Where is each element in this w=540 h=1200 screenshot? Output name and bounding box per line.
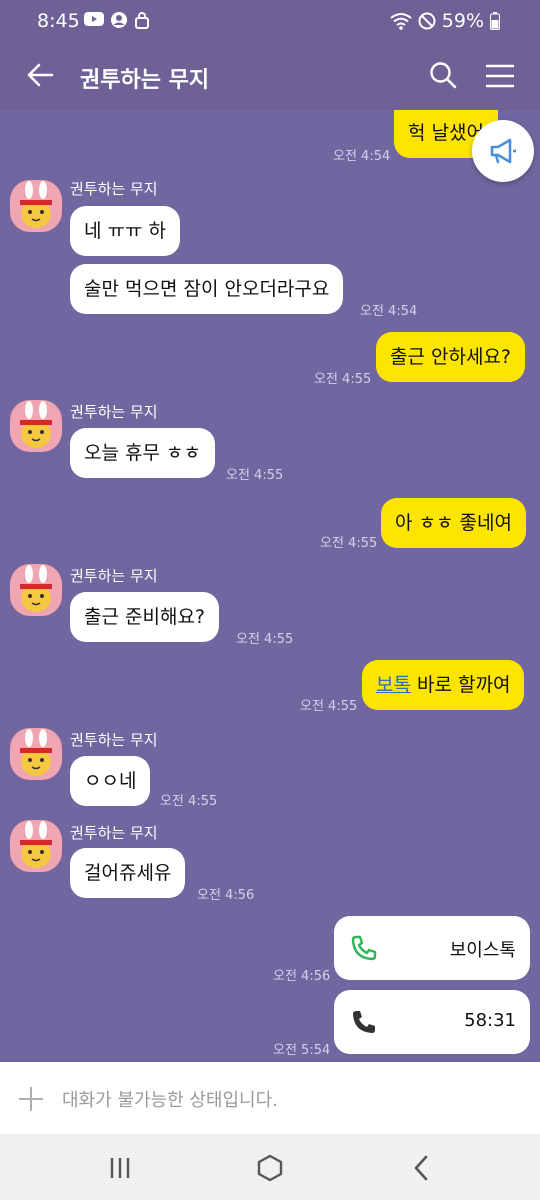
status-icons-right: 59% [390,10,500,32]
wifi-icon [390,13,412,30]
message-time: 오전 4:55 [300,699,358,714]
my-message-bubble[interactable]: 보톡 바로 할까여 [362,660,525,710]
chat-area[interactable]: 헉 날샜어 오전 4:54 권투하는 무지 네 ㅠㅠ 하 술만 먹으면 잠이 안… [0,110,540,1060]
sender-name: 권투하는 무지 [70,731,158,749]
message-input-bar: 대화가 불가능한 상태입니다. [0,1062,540,1134]
hamburger-menu-icon[interactable] [484,62,516,90]
message-time: 오전 4:55 [314,372,372,387]
do-not-disturb-icon [418,12,436,30]
message-time: 오전 4:54 [360,304,418,319]
sender-name: 권투하는 무지 [70,180,158,198]
chat-header: 권투하는 무지 [0,42,540,110]
account-icon [111,12,127,28]
voice-talk-card[interactable]: 보이스톡 [334,916,530,980]
status-bar: 8:45 59% [0,0,540,42]
youtube-icon [84,12,104,26]
avatar[interactable] [10,180,62,232]
megaphone-icon [490,138,516,164]
message-time: 오전 4:55 [226,468,284,483]
input-placeholder: 대화가 불가능한 상태입니다. [62,1090,278,1111]
their-message-bubble[interactable]: 걸어쥬세유 [70,848,186,898]
message-time: 오전 4:55 [160,794,218,809]
their-message-bubble[interactable]: 오늘 휴무 ㅎㅎ [70,428,215,478]
muzi-character-icon [20,401,52,448]
their-message-bubble[interactable]: 술만 먹으면 잠이 안오더라구요 [70,264,344,314]
avatar[interactable] [10,820,62,872]
plus-icon[interactable] [18,1086,44,1112]
status-time: 8:45 [37,10,80,32]
sender-name: 권투하는 무지 [70,403,158,421]
my-message-bubble[interactable]: 출근 안하세요? [376,332,526,382]
home-icon[interactable] [256,1154,284,1182]
muzi-character-icon [20,565,52,612]
lock-icon [135,12,149,29]
avatar[interactable] [10,564,62,616]
message-time: 오전 4:54 [333,149,391,164]
avatar[interactable] [10,728,62,780]
back-arrow-icon[interactable] [24,59,56,91]
message-time: 오전 5:54 [273,1043,331,1058]
battery-icon [490,12,500,30]
chat-title: 권투하는 무지 [80,68,210,93]
avatar[interactable] [10,400,62,452]
muzi-character-icon [20,821,52,868]
call-label: 보이스톡 [449,940,516,961]
status-icons-left [84,11,150,29]
sender-name: 권투하는 무지 [70,824,158,842]
their-message-bubble[interactable]: 네 ㅠㅠ 하 [70,206,180,256]
recent-apps-icon[interactable] [106,1154,134,1182]
battery-percent: 59% [441,10,484,32]
muzi-character-icon [20,729,52,776]
their-message-bubble[interactable]: ㅇㅇ네 [70,756,151,806]
sender-name: 권투하는 무지 [70,567,158,585]
call-duration-card[interactable]: 58:31 [334,990,530,1054]
muzi-character-icon [20,181,52,228]
my-message-bubble[interactable]: 아 ㅎㅎ 좋네여 [381,498,526,548]
message-text: 바로 할까여 [410,674,511,696]
message-time: 오전 4:56 [197,888,255,903]
their-message-bubble[interactable]: 출근 준비해요? [70,592,220,642]
message-time: 오전 4:55 [320,536,378,551]
system-nav-bar [0,1134,540,1200]
back-icon[interactable] [408,1154,436,1182]
phone-icon [353,1011,375,1033]
notice-button[interactable] [472,120,534,182]
message-time: 오전 4:55 [236,632,294,647]
message-time: 오전 4:56 [273,969,331,984]
phone-green-icon [351,935,377,961]
call-duration: 58:31 [464,1010,516,1031]
search-icon[interactable] [428,60,458,90]
link-text[interactable]: 보톡 [376,674,411,696]
